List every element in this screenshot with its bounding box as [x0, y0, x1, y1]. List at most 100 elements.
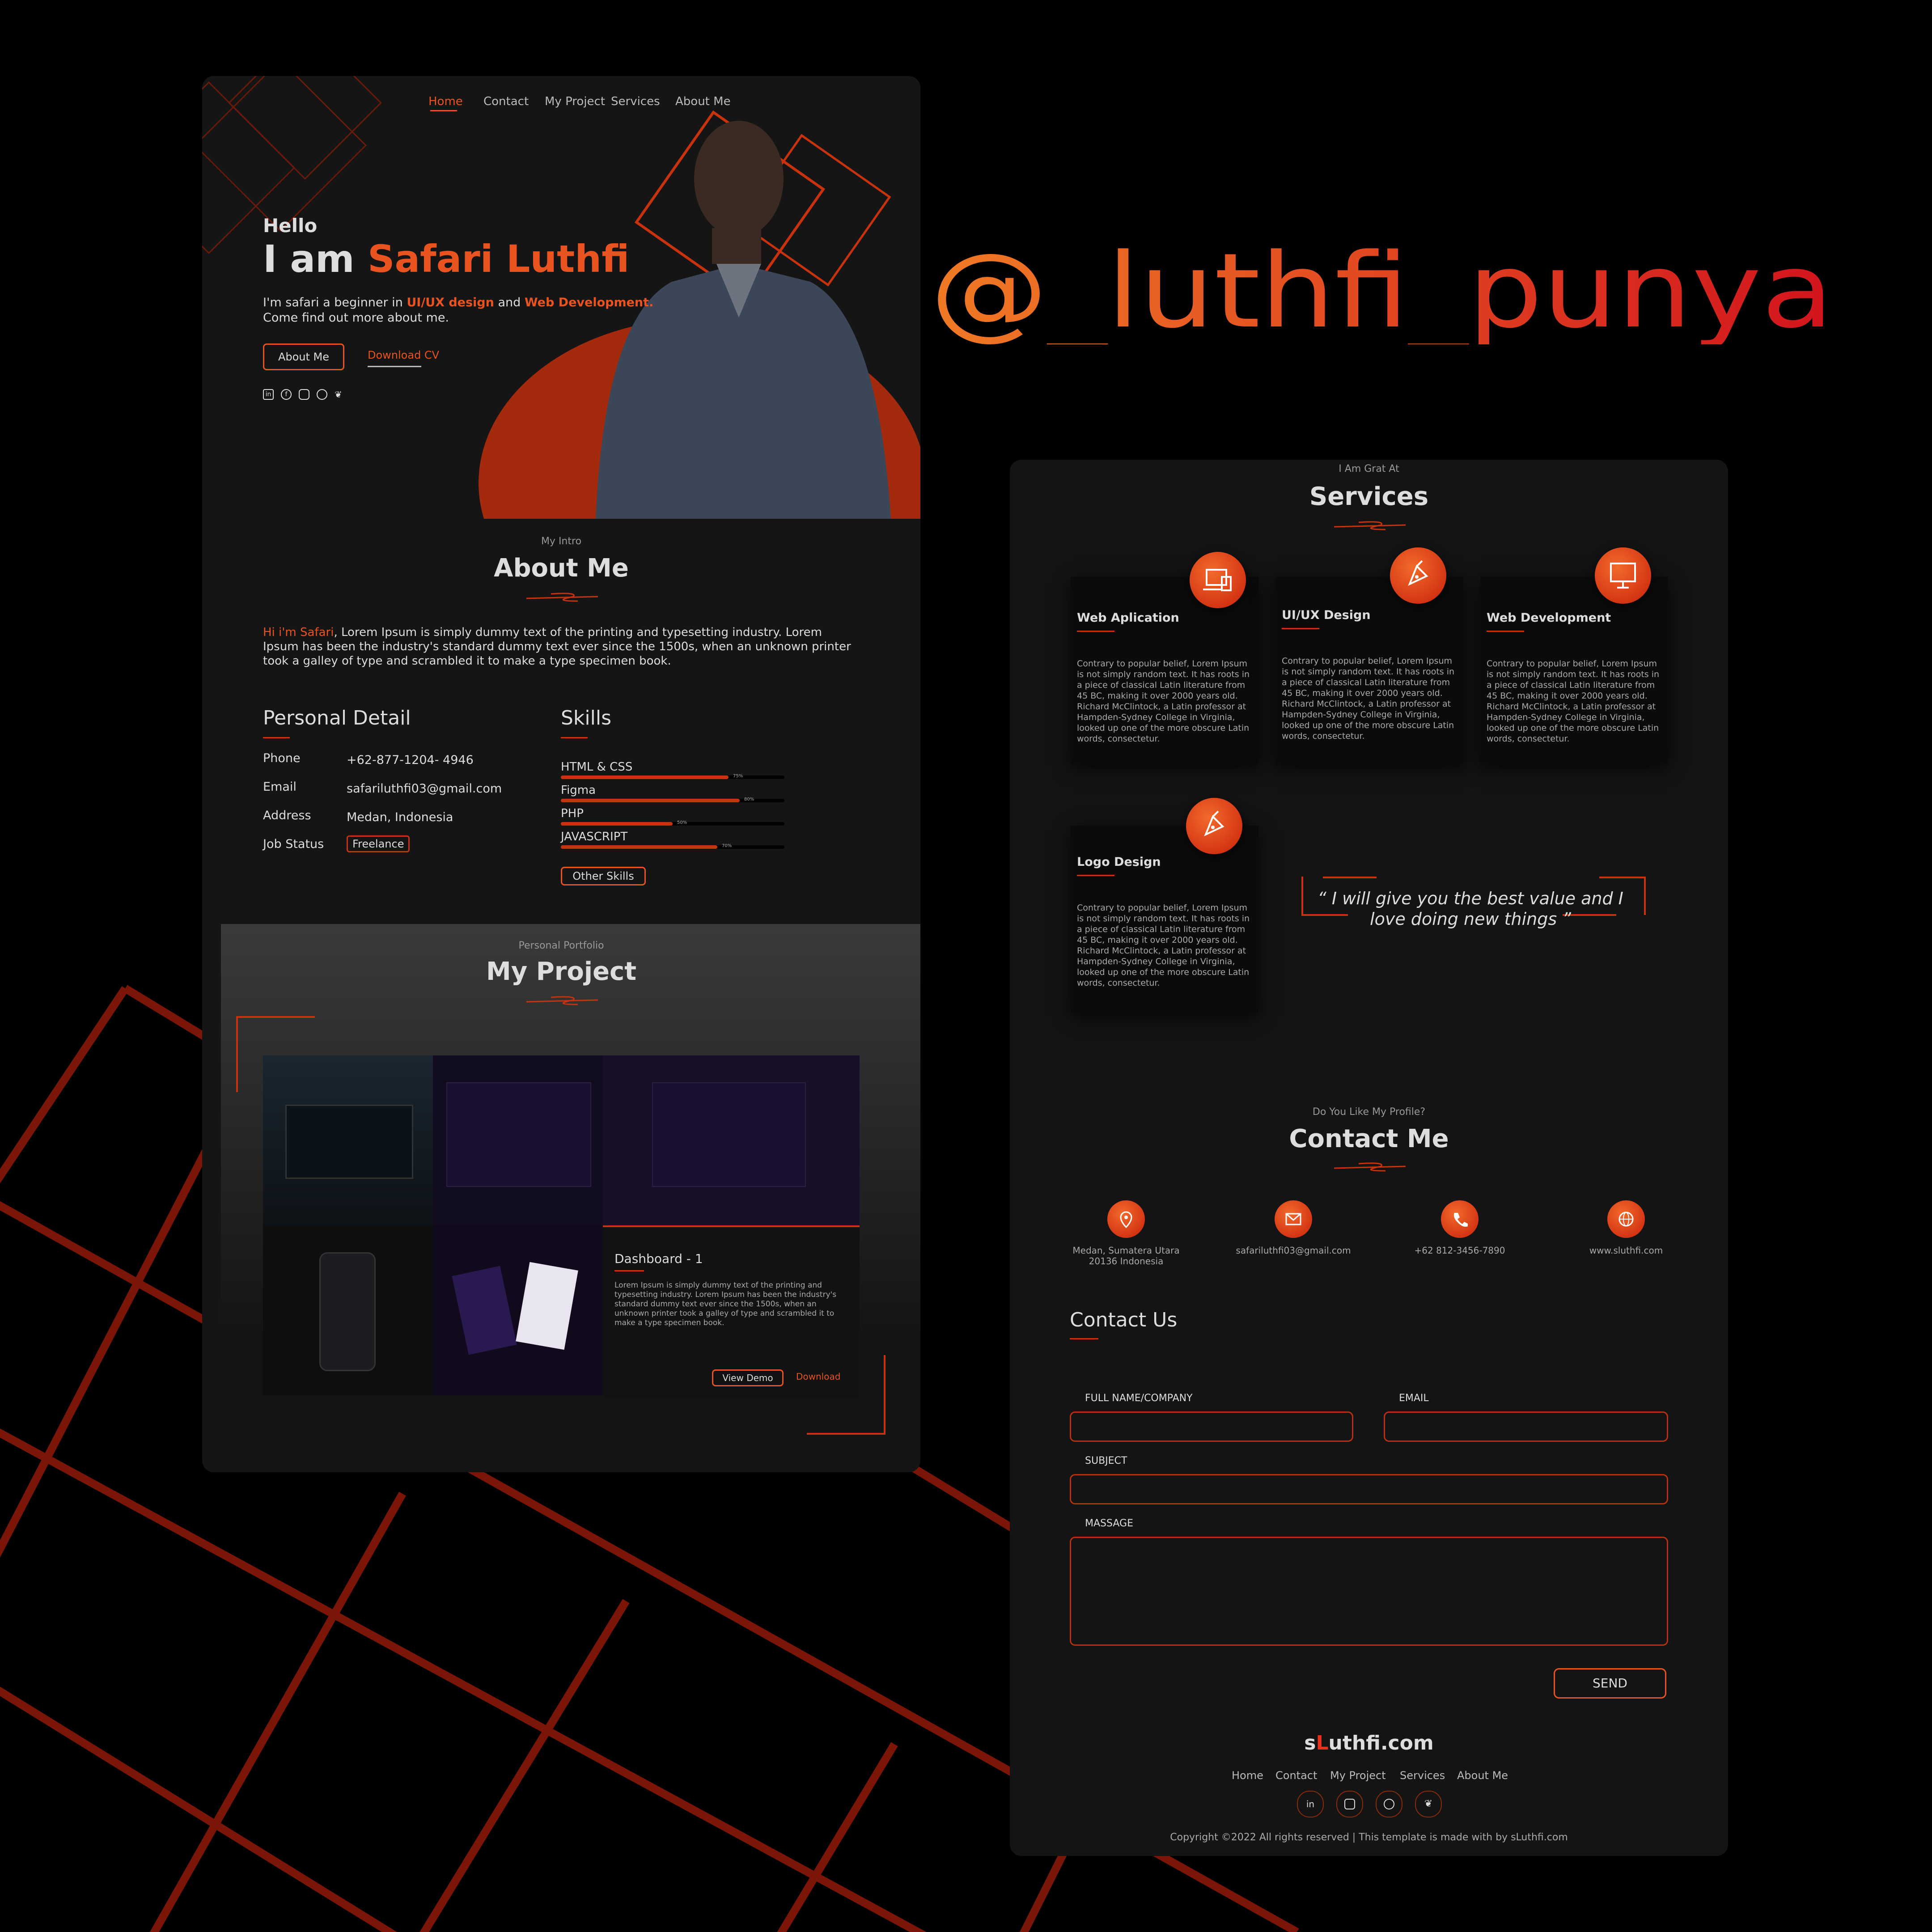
twitter-icon[interactable]: ❦ — [1415, 1791, 1442, 1818]
service-text: Contrary to popular belief, Lorem Ipsum … — [1282, 656, 1455, 741]
nav-about-me[interactable]: About Me — [675, 95, 731, 108]
message-label: MASSAGE — [1085, 1518, 1133, 1529]
github-icon[interactable] — [1376, 1791, 1402, 1818]
contact-us-title: Contact Us — [1070, 1309, 1178, 1331]
project-thumb-app[interactable] — [433, 1225, 603, 1395]
project-thumb-dashboard-2[interactable] — [603, 1055, 860, 1225]
download-cv-link[interactable]: Download CV — [368, 349, 439, 361]
download-link[interactable]: Download — [796, 1371, 840, 1382]
pen-tool-icon — [1390, 547, 1446, 604]
about-me-button[interactable]: About Me — [263, 343, 344, 370]
email-label: Email — [263, 780, 297, 794]
footer-logo[interactable]: sLuthfi.com — [1010, 1732, 1728, 1754]
address-label: Address — [263, 809, 311, 822]
full-name-input[interactable] — [1070, 1411, 1353, 1442]
skills-underline — [561, 737, 588, 738]
service-title: Web Aplication — [1077, 611, 1179, 625]
footer-nav-home[interactable]: Home — [1232, 1769, 1263, 1782]
quote-bracket-right-h — [1599, 877, 1646, 878]
services-squiggle — [1334, 521, 1406, 530]
services-label: I Am Grat At — [1339, 463, 1399, 475]
footer-nav-contact[interactable]: Contact — [1275, 1769, 1317, 1782]
skill-label: JAVASCRIPT — [561, 830, 628, 843]
about-text: Hi i'm Safari, Lorem Ipsum is simply dum… — [263, 625, 858, 668]
service-title: Web Development — [1487, 611, 1611, 625]
footer-nav-my-project[interactable]: My Project — [1330, 1769, 1386, 1782]
project-corner-right-v — [884, 1355, 886, 1434]
skill-label: Figma — [561, 784, 596, 797]
footer-nav-about-me[interactable]: About Me — [1457, 1769, 1508, 1782]
nav-home[interactable]: Home — [428, 95, 463, 108]
app-screen-2 — [516, 1262, 578, 1350]
hero-sub-text: I'm safari a beginner in — [263, 296, 407, 309]
send-button[interactable]: SEND — [1554, 1668, 1666, 1699]
skill-bar-fill — [561, 822, 673, 826]
skill-bar — [561, 775, 784, 779]
subject-label: SUBJECT — [1085, 1455, 1127, 1466]
project-card-underline — [614, 1270, 644, 1271]
dashboard-screen-1 — [446, 1082, 591, 1187]
hero-sub-text-and: and — [494, 296, 525, 309]
contact-address-line1: Medan, Sumatera Utara — [1072, 1245, 1180, 1256]
message-textarea[interactable] — [1070, 1537, 1668, 1646]
skill-bar-fill — [561, 845, 717, 849]
twitter-icon[interactable]: ❦ — [335, 389, 345, 400]
facebook-icon[interactable]: f — [281, 389, 292, 400]
view-demo-button[interactable]: View Demo — [712, 1369, 784, 1386]
dashboard-screen-2 — [652, 1082, 806, 1187]
contact-label: Do You Like My Profile? — [1312, 1106, 1426, 1118]
app-screen-1 — [452, 1266, 517, 1355]
project-title: My Project — [486, 957, 636, 986]
instagram-icon[interactable] — [299, 389, 309, 400]
github-icon[interactable] — [317, 389, 327, 400]
download-cv-underline — [368, 366, 421, 367]
contact-squiggle — [1334, 1162, 1406, 1172]
service-card-uiux[interactable]: UI/UX Design Contrary to popular belief,… — [1275, 577, 1463, 764]
contact-address: Medan, Sumatera Utara 20136 Indonesia — [1046, 1245, 1207, 1267]
service-title: UI/UX Design — [1282, 608, 1371, 622]
mobile-screen — [319, 1252, 376, 1371]
email-value: safariluthfi03@gmail.com — [347, 782, 502, 796]
footer-copyright: Copyright ©2022 All rights reserved | Th… — [1170, 1832, 1568, 1843]
linkedin-icon[interactable]: in — [263, 389, 274, 400]
about-title: About Me — [494, 554, 629, 583]
phone-icon — [1441, 1200, 1479, 1238]
nav-contact[interactable]: Contact — [483, 95, 529, 108]
skill-percent: 50% — [677, 820, 687, 825]
footer-nav-services[interactable]: Services — [1400, 1769, 1445, 1782]
linkedin-icon[interactable]: in — [1297, 1791, 1324, 1818]
hero-hello: Hello — [263, 215, 318, 237]
project-corner-left-v — [236, 1016, 238, 1092]
services-title: Services — [1309, 482, 1429, 511]
contact-email[interactable]: safariluthfi03@gmail.com — [1213, 1245, 1374, 1256]
contact-website[interactable]: www.sluthfi.com — [1546, 1245, 1707, 1256]
full-name-label: FULL NAME/COMPANY — [1085, 1393, 1193, 1404]
service-title: Logo Design — [1077, 855, 1161, 869]
contact-phone[interactable]: +62 812-3456-7890 — [1379, 1245, 1540, 1256]
mail-icon — [1275, 1200, 1312, 1238]
project-thumb-dashboard-1[interactable] — [433, 1055, 603, 1225]
personal-detail-underline — [263, 737, 290, 738]
right-page-mockup: I Am Grat At Services Web Aplication Con… — [1010, 460, 1728, 1856]
email-field[interactable] — [1384, 1411, 1668, 1442]
pen-nib-icon — [1186, 798, 1242, 854]
service-text: Contrary to popular belief, Lorem Ipsum … — [1077, 903, 1250, 988]
service-card-web-dev[interactable]: Web Development Contrary to popular beli… — [1480, 577, 1668, 764]
subject-input[interactable] — [1070, 1474, 1668, 1504]
service-underline — [1487, 631, 1524, 632]
hero-sub-highlight-uiux: UI/UX design — [407, 296, 494, 309]
nav-my-project[interactable]: My Project — [545, 95, 605, 108]
laptop-screen — [285, 1105, 413, 1179]
personal-detail-title: Personal Detail — [263, 707, 411, 729]
skills-title: Skills — [561, 707, 612, 729]
instagram-icon[interactable] — [1336, 1791, 1363, 1818]
project-thumb-mobile[interactable] — [263, 1225, 433, 1395]
other-skills-button[interactable]: Other Skills — [561, 867, 646, 886]
about-squiggle — [526, 593, 598, 602]
nav-services[interactable]: Services — [611, 95, 660, 108]
footer-logo-rest: uthfi.com — [1328, 1732, 1434, 1754]
skill-bar — [561, 845, 784, 849]
devices-icon — [1190, 552, 1246, 608]
project-thumb-laptop[interactable] — [263, 1055, 433, 1225]
skill-label: HTML & CSS — [561, 760, 633, 774]
